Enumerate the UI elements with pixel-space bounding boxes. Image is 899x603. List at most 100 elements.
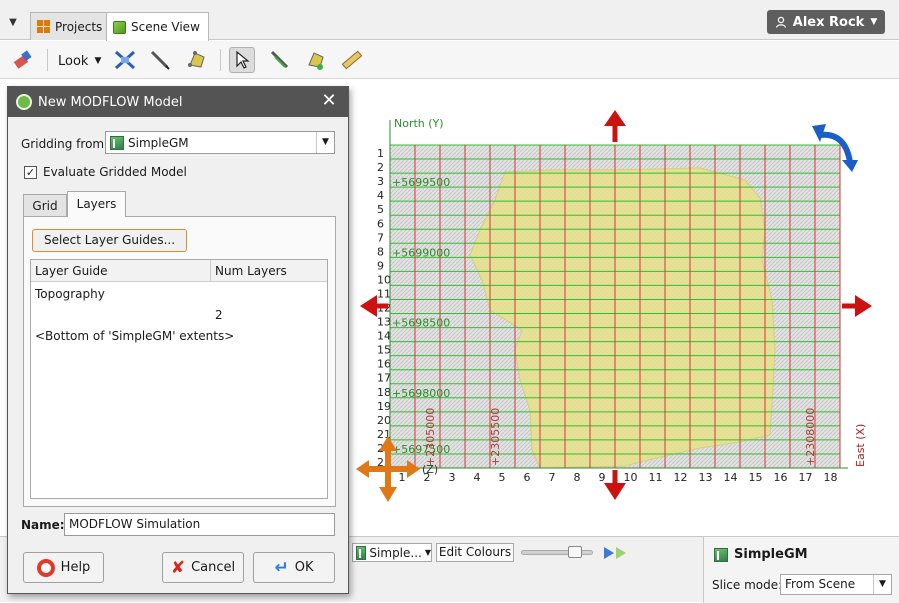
evaluate-gridded-model-label: Evaluate Gridded Model xyxy=(43,165,187,179)
lifebuoy-icon xyxy=(36,558,55,577)
close-icon[interactable]: ✕ xyxy=(318,90,340,112)
row-label: 6 xyxy=(377,217,384,230)
column-label: 17 xyxy=(799,471,813,484)
edit-colours-button[interactable]: Edit Colours xyxy=(436,543,514,562)
row-label: 3 xyxy=(377,175,384,188)
table-row-bottom-extents[interactable]: <Bottom of 'SimpleGM' extents> xyxy=(35,329,234,343)
play-icon[interactable] xyxy=(602,545,628,564)
checkbox-checked[interactable]: ✓ xyxy=(24,165,37,179)
slice-tool-icon[interactable] xyxy=(112,47,138,73)
geological-model-icon xyxy=(110,135,124,150)
tab-projects[interactable]: Projects xyxy=(30,12,112,40)
tab-scene-view[interactable]: Scene View xyxy=(106,12,209,41)
slice-mode-value: From Scene xyxy=(785,577,856,591)
column-label: 10 xyxy=(624,471,638,484)
toolbar-separator xyxy=(220,49,221,71)
column-label: 15 xyxy=(749,471,763,484)
column-label: 14 xyxy=(724,471,738,484)
enter-arrow-icon: ↵ xyxy=(274,557,289,578)
menu-dropdown-icon[interactable]: ▼ xyxy=(4,14,22,32)
column-label: 12 xyxy=(674,471,688,484)
column-label: 5 xyxy=(499,471,506,484)
ok-label: OK xyxy=(294,560,314,575)
cancel-button[interactable]: ✘ Cancel xyxy=(162,552,244,583)
ruler-icon[interactable] xyxy=(339,47,365,73)
easting-tick-label: +2305000 xyxy=(424,408,437,466)
north-axis-label: North (Y) xyxy=(394,117,444,130)
column-label: 18 xyxy=(824,471,838,484)
column-label: 7 xyxy=(549,471,556,484)
tab-scene-view-label: Scene View xyxy=(131,20,200,34)
row-label: 1 xyxy=(377,147,384,160)
arrow-up-handle[interactable] xyxy=(604,110,626,142)
row-label: 20 xyxy=(377,414,391,427)
tab-grid[interactable]: Grid xyxy=(23,194,67,216)
arrow-right-handle[interactable] xyxy=(842,295,872,317)
help-label: Help xyxy=(60,560,91,575)
tab-layers[interactable]: Layers xyxy=(67,191,126,217)
chevron-down-icon: ▼ xyxy=(316,132,334,153)
select-pointer-icon[interactable] xyxy=(229,47,255,73)
draw-line-icon[interactable] xyxy=(147,47,173,73)
cancel-x-icon: ✘ xyxy=(170,557,186,578)
column-label: 4 xyxy=(474,471,481,484)
row-label: 2 xyxy=(377,161,384,174)
eraser-icon[interactable] xyxy=(10,47,36,73)
opacity-slider[interactable] xyxy=(521,550,593,555)
select-layer-guides-button[interactable]: Select Layer Guides... xyxy=(32,229,187,252)
user-menu-button[interactable]: Alex Rock ▼ xyxy=(767,10,885,34)
column-label: 6 xyxy=(524,471,531,484)
user-name: Alex Rock xyxy=(792,14,865,30)
slice-mode-label: Slice mode: xyxy=(712,578,783,592)
east-axis-label: East (X) xyxy=(854,424,867,467)
properties-panel: SimpleGM Slice mode: From Scene ▼ xyxy=(703,537,899,603)
ok-button[interactable]: ↵ OK xyxy=(253,552,335,583)
evaluate-gridded-model-checkbox[interactable]: ✓ Evaluate Gridded Model xyxy=(24,165,187,179)
object-select[interactable]: Simple... ▼ xyxy=(352,543,432,562)
column-label: 11 xyxy=(649,471,663,484)
northing-tick-label: +5698000 xyxy=(392,387,450,400)
gridding-from-value: SimpleGM xyxy=(128,135,189,150)
column-label: 3 xyxy=(449,471,456,484)
column-header-layer-guide[interactable]: Layer Guide xyxy=(31,260,211,282)
opacity-slider-thumb[interactable] xyxy=(568,546,582,558)
tab-projects-label: Projects xyxy=(55,19,103,34)
easting-tick-label: +2305500 xyxy=(489,408,502,466)
geological-model-icon xyxy=(714,547,728,562)
column-label: 13 xyxy=(699,471,713,484)
column-label: 1 xyxy=(399,471,406,484)
table-header: Layer Guide Num Layers xyxy=(31,260,327,282)
polygon-tool-icon[interactable] xyxy=(184,47,210,73)
table-row-topography[interactable]: Topography xyxy=(35,287,105,301)
gridding-from-label: Gridding from: xyxy=(21,137,109,151)
gridding-from-select[interactable]: SimpleGM ▼ xyxy=(105,131,335,154)
draw-polyline-icon[interactable] xyxy=(267,47,293,73)
top-tab-bar: ▼ Projects Scene View Alex Rock ▼ xyxy=(0,0,899,41)
northing-tick-label: +5699000 xyxy=(392,246,450,259)
chevron-down-icon: ▼ xyxy=(870,17,878,27)
row-label: 19 xyxy=(377,400,391,413)
name-label: Name: xyxy=(21,518,65,532)
object-select-value: Simple... xyxy=(369,545,422,560)
column-label: 8 xyxy=(574,471,581,484)
layer-guide-table[interactable]: Layer Guide Num Layers Topography 2 <Bot… xyxy=(30,259,328,499)
column-header-num-layers[interactable]: Num Layers xyxy=(211,260,327,282)
row-label: 9 xyxy=(377,259,384,272)
help-button[interactable]: Help xyxy=(23,552,104,583)
cancel-label: Cancel xyxy=(191,560,236,575)
northing-tick-label: +5698500 xyxy=(392,317,450,330)
row-label: 10 xyxy=(377,273,391,286)
slice-mode-select[interactable]: From Scene ▼ xyxy=(780,574,892,595)
projects-grid-icon xyxy=(37,20,50,33)
num-layers-cell[interactable]: 2 xyxy=(215,308,223,322)
row-label: 16 xyxy=(377,358,391,371)
dialog-titlebar[interactable]: New MODFLOW Model xyxy=(8,87,348,117)
name-input[interactable]: MODFLOW Simulation xyxy=(64,513,335,536)
layers-tab-panel: Select Layer Guides... Layer Guide Num L… xyxy=(23,216,336,507)
edit-polygon-icon[interactable] xyxy=(303,47,329,73)
row-label: 11 xyxy=(377,287,391,300)
column-label: 16 xyxy=(774,471,788,484)
easting-tick-label: +2308000 xyxy=(804,408,817,466)
z-axis-label: (Z) xyxy=(422,463,438,476)
look-button[interactable]: Look ▼ xyxy=(58,51,101,71)
